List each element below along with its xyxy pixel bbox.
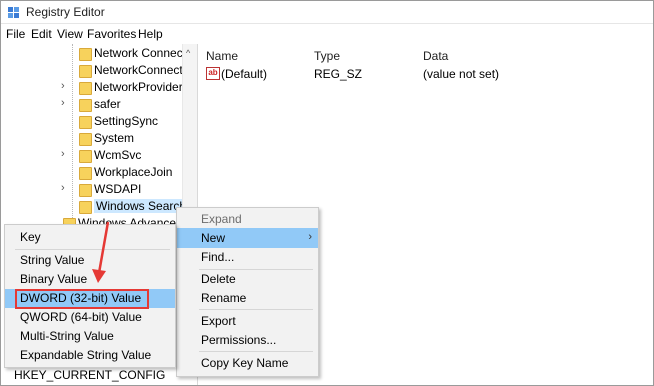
annotation-arrow (92, 221, 110, 283)
annotation-arrow-line (97, 221, 110, 274)
annotation-arrowhead (92, 269, 106, 283)
registry-editor-window: Registry Editor File Edit View Favorites… (0, 0, 654, 386)
